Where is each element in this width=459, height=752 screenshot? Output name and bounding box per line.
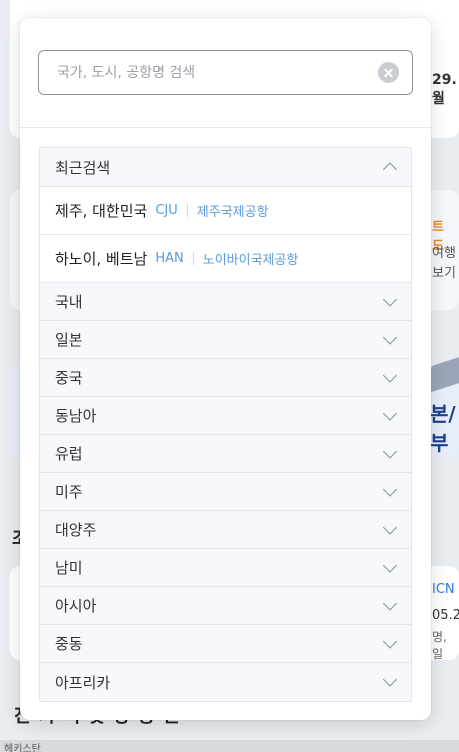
recent-city: 제주, 대한민국	[55, 202, 148, 220]
recent-city: 하노이, 베트남	[55, 250, 148, 268]
destination-list: 최근검색 제주, 대한민국 CJU 제주국제공항 하노이, 베트남 HAN 노이…	[39, 147, 412, 702]
region-label: 유럽	[55, 445, 83, 463]
region-label: 중동	[55, 635, 83, 653]
map-preview	[0, 740, 459, 752]
date2-fragment: 05.29	[432, 608, 459, 623]
region-label: 동남아	[55, 407, 97, 425]
map-label: 헤키스탄	[4, 744, 41, 752]
chevron-down-icon	[382, 519, 398, 535]
recent-airport: 제주국제공항	[196, 205, 269, 220]
region-southeast-asia[interactable]: 동남아	[40, 397, 411, 435]
destination-dropdown: 최근검색 제주, 대한민국 CJU 제주국제공항 하노이, 베트남 HAN 노이…	[20, 18, 431, 720]
chevron-up-icon	[382, 162, 398, 177]
promo-text-fragment: 여행 보기	[432, 244, 456, 284]
banner-text-fragment: 본/부	[430, 402, 456, 455]
chevron-down-icon	[382, 367, 398, 383]
region-label: 남미	[55, 559, 83, 577]
recent-search-header[interactable]: 최근검색	[40, 148, 411, 187]
chevron-down-icon	[382, 595, 398, 611]
chevron-down-icon	[382, 633, 398, 649]
region-label: 중국	[55, 369, 83, 387]
chevron-down-icon	[382, 329, 398, 345]
recent-item-jeju[interactable]: 제주, 대한민국 CJU 제주국제공항	[40, 187, 411, 235]
passenger-fragment: 명, 일	[432, 630, 447, 661]
region-europe[interactable]: 유럽	[40, 435, 411, 473]
region-china[interactable]: 중국	[40, 359, 411, 397]
region-asia[interactable]: 아시아	[40, 587, 411, 625]
airport-code-fragment: ICN	[432, 582, 455, 597]
region-japan[interactable]: 일본	[40, 321, 411, 359]
region-africa[interactable]: 아프리카	[40, 663, 411, 701]
region-middle-east[interactable]: 중동	[40, 625, 411, 663]
recent-search-title: 최근검색	[55, 158, 111, 177]
region-label: 국내	[55, 293, 83, 311]
recent-item-hanoi[interactable]: 하노이, 베트남 HAN 노이바이국제공항	[40, 235, 411, 283]
chevron-down-icon	[382, 405, 398, 421]
region-south-america[interactable]: 남미	[40, 549, 411, 587]
region-label: 아프리카	[55, 673, 111, 692]
chevron-down-icon	[382, 443, 398, 459]
chevron-down-icon	[382, 481, 398, 497]
recent-code: CJU	[155, 203, 178, 218]
region-label: 일본	[55, 331, 83, 349]
recent-airport: 노이바이국제공항	[202, 253, 299, 268]
region-oceania[interactable]: 대양주	[40, 511, 411, 549]
date-fragment: 29.월	[432, 72, 457, 107]
region-americas[interactable]: 미주	[40, 473, 411, 511]
recent-code: HAN	[155, 251, 184, 266]
clear-icon[interactable]	[378, 62, 399, 83]
separator	[186, 204, 188, 217]
chevron-down-icon	[382, 672, 398, 687]
separator	[192, 252, 194, 265]
chevron-down-icon	[382, 291, 398, 307]
promo-line-1: 여행	[432, 246, 456, 261]
region-label: 대양주	[55, 521, 97, 539]
chevron-down-icon	[382, 557, 398, 573]
search-box	[38, 50, 413, 95]
region-label: 미주	[55, 483, 83, 501]
divider	[20, 127, 431, 128]
region-domestic[interactable]: 국내	[40, 283, 411, 321]
search-input[interactable]	[39, 51, 369, 94]
promo-line-2: 보기	[432, 266, 456, 281]
region-label: 아시아	[55, 597, 97, 615]
